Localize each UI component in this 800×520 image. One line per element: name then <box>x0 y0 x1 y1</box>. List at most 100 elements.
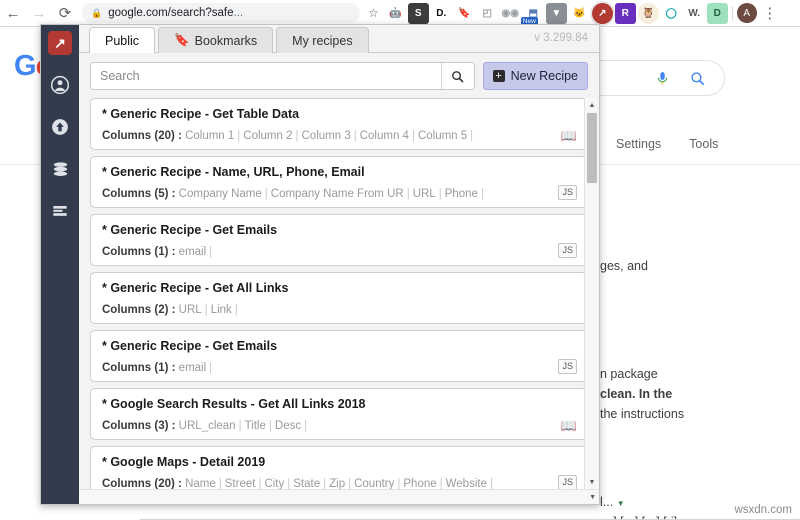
sidebar-item-account[interactable] <box>48 73 72 97</box>
recipe-columns-label: Columns (2) : <box>102 304 179 317</box>
robot-extension[interactable]: 🤖 <box>384 2 406 24</box>
recipe-column-name: Company Name <box>178 188 262 201</box>
recipe-column-name: State <box>293 478 321 490</box>
goggles-extension[interactable]: ◉◉ <box>499 2 521 24</box>
owl-extension[interactable]: 🦉 <box>637 2 659 24</box>
profile-avatar[interactable]: A <box>736 3 757 23</box>
recipe-card[interactable]: * Generic Recipe - Get Table Data Columns… <box>90 98 588 151</box>
data-miner-popup: ↗ Public 🔖 Bookmarks My recipes v 3.299.… <box>40 24 600 505</box>
address-bar[interactable]: 🔒 google.com/search?safe... <box>82 3 360 23</box>
scroll-thumb[interactable] <box>587 113 597 184</box>
recipe-column-name: Column 1 <box>185 130 235 143</box>
recipe-scrollbar[interactable]: ▲ ▼ <box>584 98 599 490</box>
bg-fragment-2: n package <box>600 367 658 381</box>
recipe-columns-label: Columns (5) : <box>102 188 179 201</box>
r-extension[interactable]: R <box>614 2 636 24</box>
column-separator: | <box>411 130 415 143</box>
recipe-card[interactable]: * Google Search Results - Get All Links … <box>90 388 588 441</box>
recipe-column-name: URL_clean <box>178 420 236 433</box>
d-green-extension[interactable]: D <box>706 2 728 24</box>
tab-bookmarks[interactable]: 🔖 Bookmarks <box>158 27 274 54</box>
recipe-card[interactable]: * Generic Recipe - Get All Links Columns … <box>90 272 588 325</box>
bg-fragment-1: ges, and <box>600 259 648 273</box>
forward-button[interactable]: → <box>26 0 52 26</box>
recipe-column-name: Zip <box>329 478 346 490</box>
settings-link[interactable]: Settings <box>616 137 661 151</box>
recipe-column-name: Column 5 <box>417 130 468 143</box>
ring-extension[interactable]: ◯ <box>660 2 682 24</box>
column-separator: | <box>439 478 443 490</box>
sidebar-item-logo[interactable]: ↗ <box>48 31 72 55</box>
column-separator: | <box>353 130 357 143</box>
column-separator: | <box>480 188 484 201</box>
recipe-columns: Columns (1) : email | <box>102 246 576 258</box>
column-separator: | <box>238 420 242 433</box>
tab-public[interactable]: Public <box>89 27 156 54</box>
octocat-extension[interactable]: 🐱 <box>568 2 590 24</box>
recipe-title: * Google Maps - Detail 2019 <box>102 455 266 470</box>
database-icon <box>53 161 67 176</box>
sidebar-item-upload[interactable] <box>48 115 72 139</box>
recipe-column-name: Link <box>210 304 232 317</box>
recipe-card[interactable]: * Generic Recipe - Name, URL, Phone, Ema… <box>90 156 588 209</box>
bookmark-extension[interactable]: 🔖 <box>453 2 475 24</box>
recipe-title: * Generic Recipe - Get Table Data <box>102 107 300 122</box>
recipe-column-name: URL <box>178 304 202 317</box>
recipe-column-name: email <box>178 362 207 375</box>
browser-toolbar: ← → ⟳ 🔒 google.com/search?safe... ☆ 🤖 S D.… <box>0 0 800 27</box>
bg-fragment-5: l... ▼ <box>600 495 625 509</box>
column-separator: | <box>264 188 268 201</box>
column-separator: | <box>295 130 299 143</box>
column-separator: | <box>489 478 493 490</box>
scroll-up-arrow[interactable]: ▲ <box>585 98 599 112</box>
version-label: v 3.299.84 <box>534 32 588 44</box>
chrome-menu-button[interactable]: ⋮ <box>757 0 783 26</box>
search-icon[interactable] <box>689 70 706 87</box>
column-separator: | <box>234 304 238 317</box>
new-recipe-button[interactable]: + New Recipe <box>482 62 588 91</box>
recipe-columns-label: Columns (1) : <box>102 246 179 259</box>
screenshot-root: Go Settings Tools ges, and n package cle… <box>0 0 800 520</box>
google-logo-g: G <box>14 50 37 82</box>
sidebar-item-database[interactable] <box>48 157 72 181</box>
toolbar-divider <box>731 5 733 21</box>
js-badge: JS <box>558 359 577 375</box>
filter-extension[interactable]: ▼ <box>545 2 567 24</box>
recipe-list: * Generic Recipe - Get Table Data Columns… <box>90 98 588 490</box>
horizontal-scrollbar[interactable]: ▼ <box>79 489 599 504</box>
w-extension[interactable]: W. <box>683 2 705 24</box>
scroll-right-arrow[interactable]: ▼ <box>589 494 596 501</box>
column-separator: | <box>237 130 241 143</box>
capture-extension[interactable]: ⬒ New <box>520 2 544 26</box>
popup-panel: Public 🔖 Bookmarks My recipes v 3.299.84 <box>79 25 599 504</box>
d-extension[interactable]: D. <box>430 2 452 24</box>
back-button[interactable]: ← <box>0 0 26 26</box>
recipe-columns: Columns (20) : Column 1 | Column 2 | Column … <box>102 130 576 142</box>
caret-down-icon[interactable]: ▼ <box>617 499 625 508</box>
tab-my-recipes[interactable]: My recipes <box>276 27 369 54</box>
js-badge: JS <box>558 185 577 201</box>
search-container[interactable] <box>90 62 475 91</box>
recipe-card[interactable]: * Google Maps - Detail 2019 Columns (20) … <box>90 446 588 490</box>
cube-extension[interactable]: ◰ <box>476 2 498 24</box>
sidebar-item-list[interactable] <box>48 199 72 223</box>
data-miner-extension[interactable]: ↗ <box>591 2 613 24</box>
recipe-title: * Generic Recipe - Name, URL, Phone, Ema… <box>102 165 365 180</box>
s-extension[interactable]: S <box>407 2 429 24</box>
search-button[interactable] <box>440 63 474 90</box>
reload-button[interactable]: ⟳ <box>52 0 78 26</box>
recipe-column-name: Website <box>445 478 487 490</box>
column-separator: | <box>209 246 213 259</box>
bookmark-star-icon[interactable]: ☆ <box>368 6 379 20</box>
recipe-column-name: Column 3 <box>301 130 351 143</box>
search-input[interactable] <box>91 63 441 90</box>
scroll-down-arrow[interactable]: ▼ <box>585 475 599 489</box>
microphone-icon[interactable] <box>654 70 671 87</box>
recipe-card[interactable]: * Generic Recipe - Get Emails Columns (1)… <box>90 214 588 267</box>
column-separator: | <box>406 188 410 201</box>
recipe-column-name: email <box>178 246 207 259</box>
tools-link[interactable]: Tools <box>689 137 718 151</box>
column-separator: | <box>438 188 442 201</box>
recipe-card[interactable]: * Generic Recipe - Get Emails Columns (1)… <box>90 330 588 383</box>
recipe-column-name: Column 4 <box>359 130 409 143</box>
